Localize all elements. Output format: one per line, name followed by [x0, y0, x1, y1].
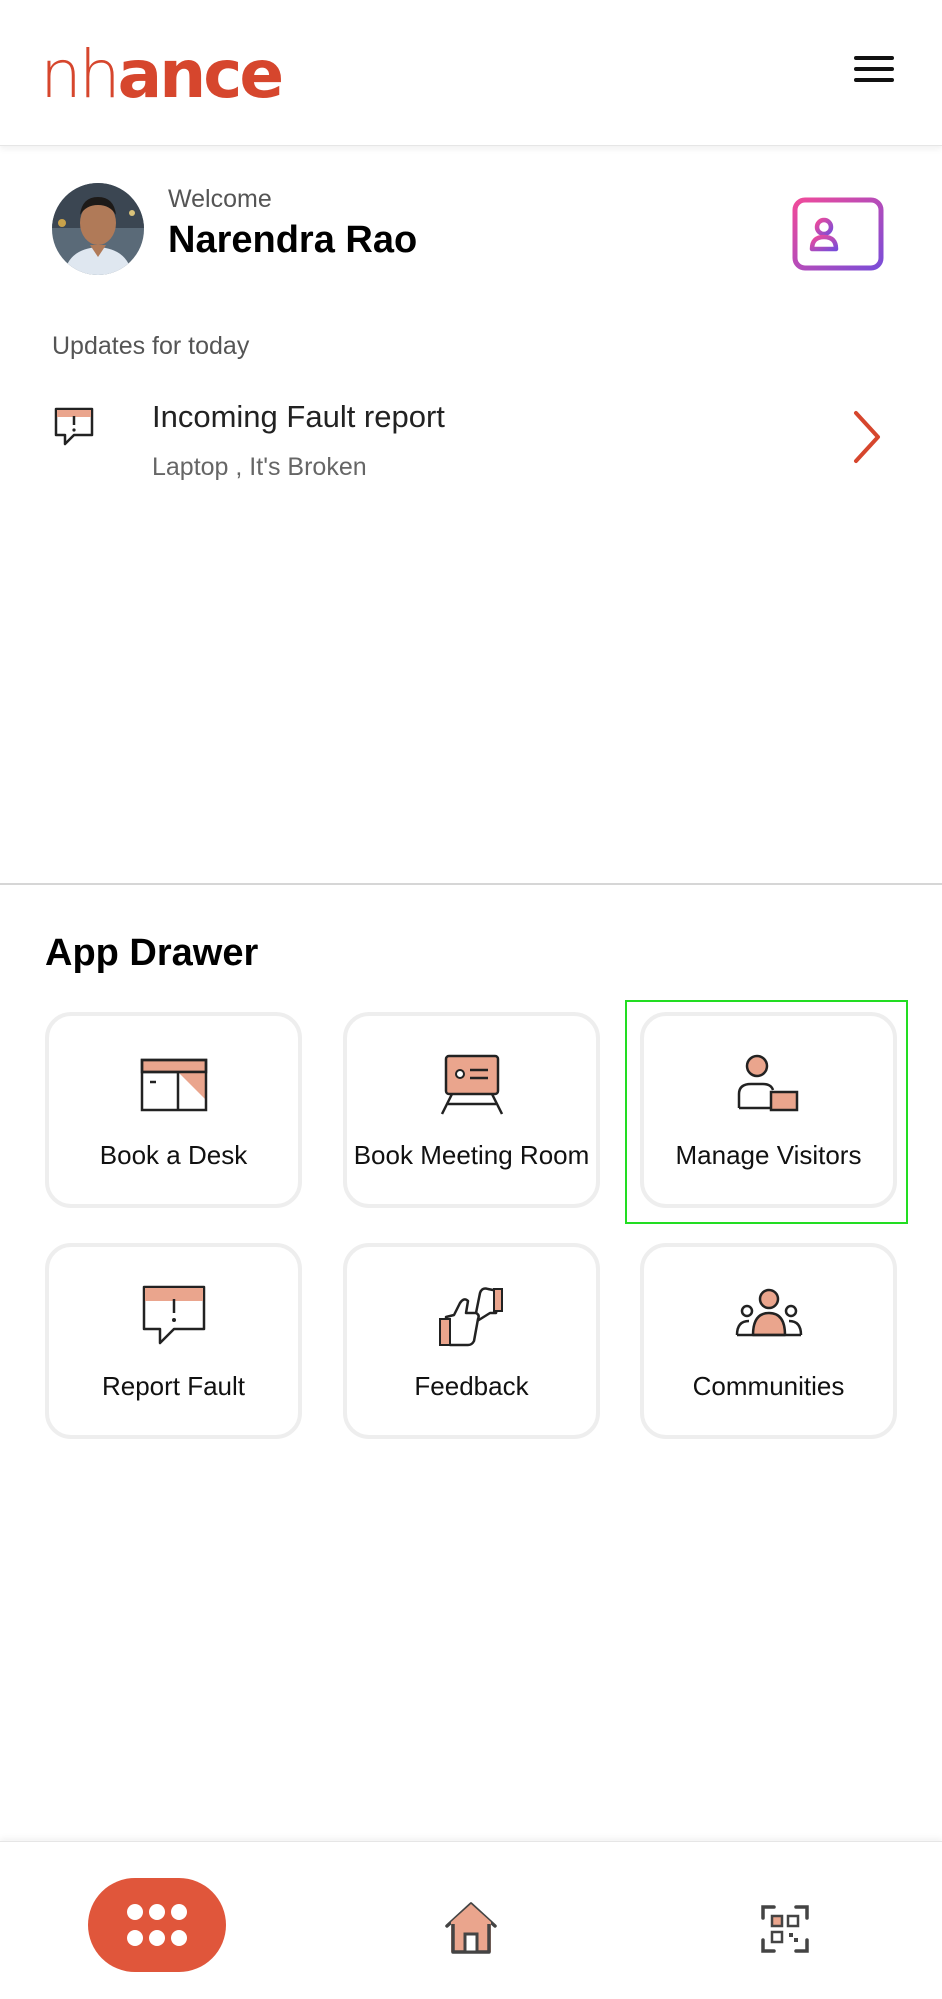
logo-text-thin: nh [40, 36, 121, 113]
meeting-room-icon [436, 1052, 508, 1118]
app-tile-book-a-desk[interactable]: Book a Desk [45, 1012, 302, 1208]
selection-highlight [625, 1000, 908, 1224]
welcome-label: Welcome [168, 185, 272, 213]
app-tile-report-fault[interactable]: Report Fault [45, 1243, 302, 1439]
feedback-icon [436, 1283, 508, 1349]
report-fault-icon [138, 1283, 210, 1349]
app-tile-book-meeting-room[interactable]: Book Meeting Room [343, 1012, 600, 1208]
updates-label: Updates for today [52, 332, 250, 360]
desk-icon [138, 1052, 210, 1118]
app-tile-feedback[interactable]: Feedback [343, 1243, 600, 1439]
qr-scan-icon[interactable] [760, 1904, 810, 1954]
app-label: Book Meeting Room [353, 1140, 590, 1170]
nhance-logo: nhance [40, 40, 284, 110]
fault-report-icon [52, 405, 96, 449]
welcome-section: Welcome Narendra Rao [52, 183, 892, 278]
section-divider [0, 883, 942, 885]
bottom-nav-bar [0, 1841, 942, 1999]
update-title: Incoming Fault report [152, 399, 445, 434]
top-app-bar: nhance [0, 0, 942, 146]
app-tile-communities[interactable]: Communities [640, 1243, 897, 1439]
hamburger-menu-icon[interactable] [854, 56, 894, 88]
app-label: Feedback [414, 1371, 529, 1401]
app-label: Report Fault [101, 1371, 246, 1401]
update-subtitle: Laptop , It's Broken [152, 453, 367, 481]
id-card-icon[interactable] [792, 197, 884, 271]
app-label: Book a Desk [99, 1140, 248, 1170]
communities-icon [733, 1283, 805, 1349]
user-name: Narendra Rao [168, 219, 418, 261]
home-icon[interactable] [443, 1900, 499, 1956]
app-label: Communities [692, 1371, 845, 1401]
apps-grid-icon[interactable] [88, 1878, 226, 1972]
update-item-fault-report[interactable]: Incoming Fault report Laptop , It's Brok… [52, 395, 892, 495]
chevron-right-icon[interactable] [852, 409, 882, 465]
app-drawer-title: App Drawer [45, 932, 259, 974]
logo-text-bold: ance [117, 36, 284, 113]
avatar[interactable] [52, 183, 144, 275]
